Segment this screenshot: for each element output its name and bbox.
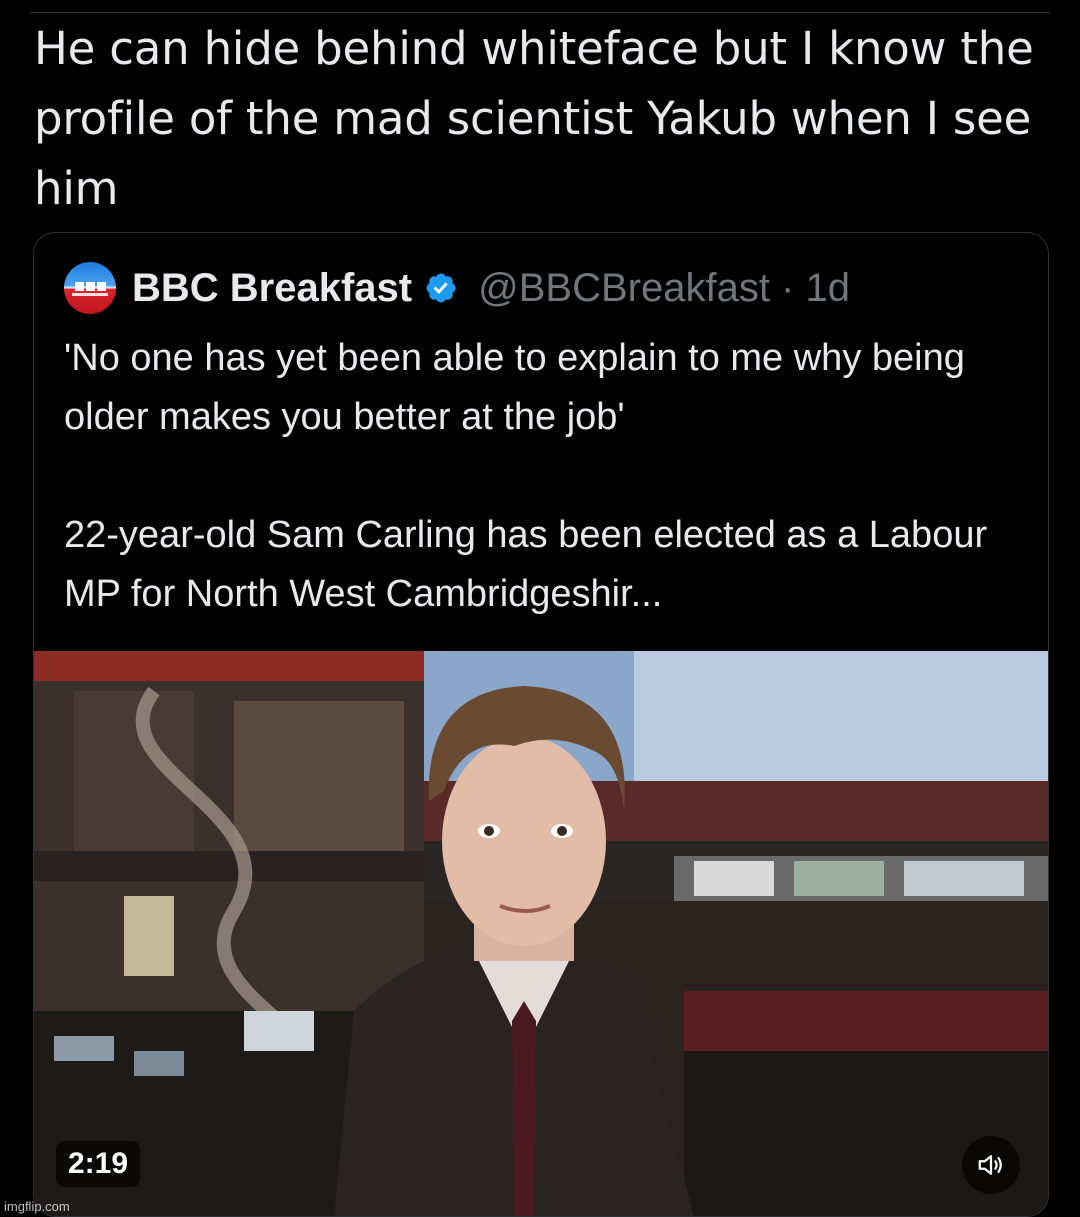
video-thumbnail	[34, 651, 1048, 1216]
quoted-post-body: 'No one has yet been able to explain to …	[64, 329, 1024, 624]
handle-and-timestamp[interactable]: @BBCBreakfast · 1d	[478, 266, 850, 311]
display-name[interactable]: BBC Breakfast	[132, 266, 412, 311]
quoted-post-card[interactable]: BBC Breakfast @BBCBreakfast · 1d 'No one…	[33, 232, 1049, 1217]
speaker-icon	[978, 1155, 1002, 1175]
video-player[interactable]: 2:19	[34, 651, 1048, 1216]
quote-line: 'No one has yet been able to explain to …	[64, 337, 965, 438]
mute-button[interactable]	[962, 1136, 1020, 1194]
bbc-breakfast-avatar[interactable]	[64, 262, 116, 314]
post-text: He can hide behind whiteface but I know …	[34, 22, 1034, 215]
top-divider	[30, 12, 1050, 13]
imgflip-watermark: imgflip.com	[4, 1199, 70, 1214]
verified-badge-icon	[426, 273, 456, 303]
quoted-post-header: BBC Breakfast @BBCBreakfast · 1d	[64, 262, 850, 314]
quote-line: 22-year-old Sam Carling has been elected…	[64, 514, 988, 615]
video-duration: 2:19	[56, 1141, 141, 1187]
